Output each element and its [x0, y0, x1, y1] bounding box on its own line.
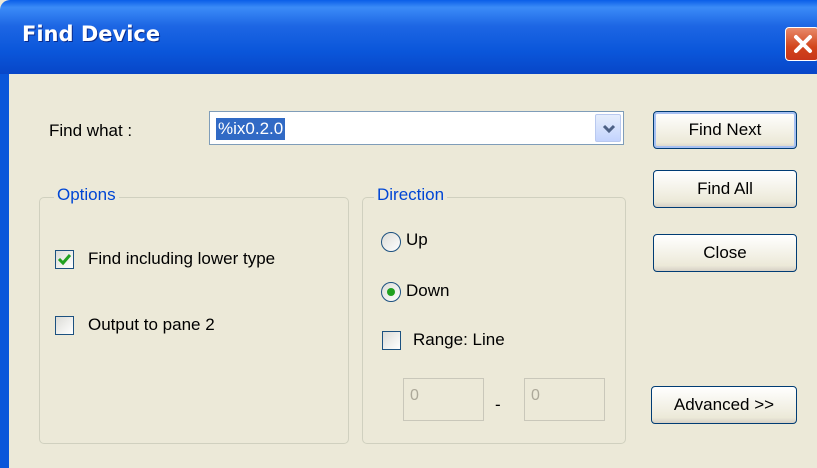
- find-all-button[interactable]: Find All: [653, 170, 797, 208]
- range-to-input: 0: [524, 378, 605, 421]
- find-what-label: Find what :: [49, 121, 133, 140]
- direction-up-radio[interactable]: [381, 232, 401, 252]
- range-line-checkbox[interactable]: [382, 331, 401, 350]
- find-including-lower-type-checkbox[interactable]: [55, 250, 74, 269]
- checkmark-icon: [57, 254, 72, 266]
- range-from-input: 0: [403, 378, 484, 421]
- title-bar[interactable]: Find Device: [0, 0, 817, 74]
- find-including-lower-type-label[interactable]: Find including lower type: [88, 249, 275, 269]
- direction-legend: Direction: [374, 185, 448, 205]
- output-to-pane-2-checkbox[interactable]: [55, 316, 74, 335]
- close-window-button[interactable]: [785, 27, 817, 61]
- radio-selected-dot: [387, 288, 395, 296]
- output-to-pane-2-label[interactable]: Output to pane 2: [88, 315, 215, 335]
- combo-dropdown-button[interactable]: [595, 114, 621, 142]
- close-button[interactable]: Close: [653, 234, 797, 272]
- direction-up-label[interactable]: Up: [406, 230, 428, 250]
- find-what-combobox[interactable]: %ix0.2.0: [209, 111, 624, 145]
- close-icon: [794, 35, 812, 53]
- find-device-dialog: Find Device Find what : %ix0.2.0 Find Ne…: [0, 0, 817, 468]
- advanced-button[interactable]: Advanced >>: [651, 386, 797, 424]
- find-next-button[interactable]: Find Next: [653, 111, 797, 149]
- window-title: Find Device: [22, 22, 161, 46]
- range-separator: -: [495, 395, 501, 414]
- direction-down-label[interactable]: Down: [406, 281, 449, 301]
- find-what-value[interactable]: %ix0.2.0: [216, 118, 286, 140]
- options-legend: Options: [54, 185, 119, 205]
- direction-down-radio[interactable]: [381, 282, 401, 302]
- window-left-frame: [0, 74, 9, 468]
- chevron-down-icon: [602, 124, 616, 134]
- range-line-label[interactable]: Range: Line: [413, 330, 505, 350]
